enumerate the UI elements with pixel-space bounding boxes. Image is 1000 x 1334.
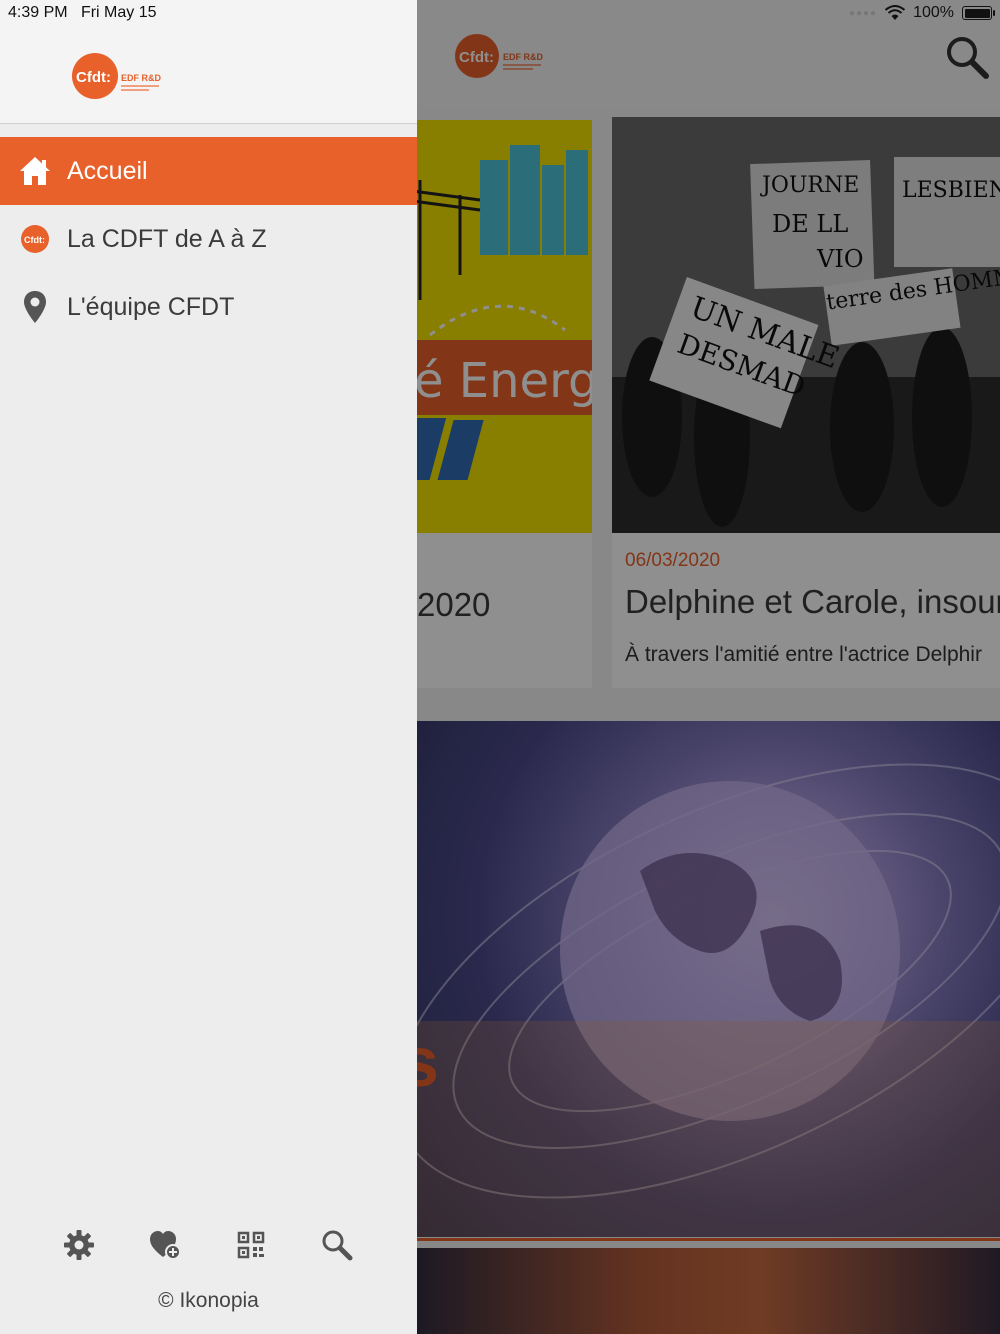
status-bar-right: ●●●● 100% [848,3,995,23]
status-date: Fri May 15 [80,4,157,21]
menu-item-label: Accueil [67,157,148,185]
drawer-menu: Accueil Cfdt: La CDFT de A à Z L'équipe … [0,137,417,341]
gear-icon[interactable] [62,1228,96,1262]
svg-text:Cfdt:: Cfdt: [24,235,45,245]
svg-text:Cfdt:: Cfdt: [76,69,111,86]
home-icon [18,154,52,188]
status-bar-time: 4:39 PM Fri May 15 [8,4,157,22]
cfdt-logo: Cfdt: EDF R&D [72,53,161,99]
menu-item-accueil[interactable]: Accueil [0,137,417,205]
side-drawer: Cfdt: EDF R&D Accueil Cfdt: La CDFT de A… [0,0,417,1334]
menu-item-cfdt-a-z[interactable]: Cfdt: La CDFT de A à Z [0,205,417,273]
heart-add-icon[interactable] [148,1228,182,1262]
wifi-icon [885,5,906,20]
copyright-text: © Ikonopia [158,1289,259,1312]
svg-text:EDF R&D: EDF R&D [121,73,161,83]
menu-item-label: L'équipe CFDT [67,293,235,321]
cfdt-logo-icon: Cfdt: [18,222,52,256]
status-time: 4:39 PM [8,4,68,21]
battery-percent: 100% [913,4,954,21]
cellular-dots-icon: ●●●● [848,7,878,19]
menu-item-label: La CDFT de A à Z [67,225,267,253]
menu-item-equipe-cfdt[interactable]: L'équipe CFDT [0,273,417,341]
map-pin-icon [18,290,52,324]
drawer-toolbar [0,1222,417,1268]
search-icon[interactable] [320,1228,354,1262]
battery-icon [962,6,995,20]
qr-code-icon[interactable] [234,1228,268,1262]
